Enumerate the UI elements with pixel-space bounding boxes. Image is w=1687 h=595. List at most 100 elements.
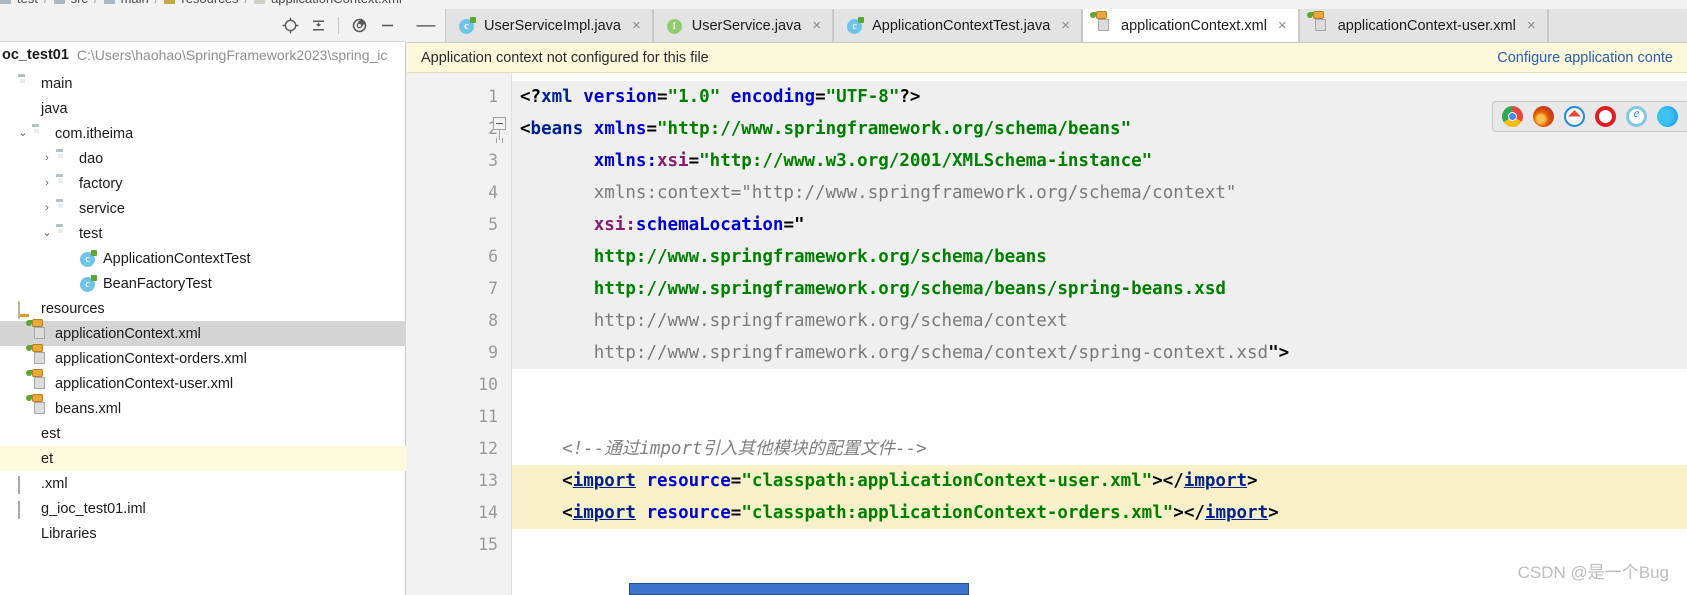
code-token: import <box>1204 503 1269 523</box>
code-line[interactable]: http://www.springframework.org/schema/be… <box>512 241 1687 273</box>
breadcrumb-separator: / <box>155 0 159 6</box>
project-root-row[interactable]: oc_test01 C:\Users\haohao\SpringFramewor… <box>0 42 406 68</box>
tree-row[interactable]: et <box>0 446 406 471</box>
line-number: 11 <box>478 407 498 426</box>
package-icon <box>56 151 74 167</box>
tree-row[interactable]: main <box>0 71 406 96</box>
firefox-icon[interactable] <box>1533 106 1554 127</box>
chevron-right-icon[interactable]: › <box>38 178 56 189</box>
configure-application-context-link[interactable]: Configure application conte <box>1497 50 1673 66</box>
editor-tab[interactable]: I UserService.java × <box>652 9 834 42</box>
breadcrumb-item[interactable]: main <box>121 0 149 6</box>
tree-row[interactable]: ⌄ com.itheima <box>0 121 406 146</box>
crosshair-target-icon[interactable] <box>277 13 303 37</box>
breadcrumb-item[interactable]: test <box>17 0 38 6</box>
tree-row[interactable]: applicationContext.xml <box>0 318 406 346</box>
tree-row[interactable]: .xml <box>0 471 406 496</box>
tree-row[interactable]: est <box>0 421 406 446</box>
edge-icon[interactable] <box>1657 106 1678 127</box>
code-line[interactable]: http://www.springframework.org/schema/be… <box>512 273 1687 305</box>
tree-row[interactable]: resources <box>0 296 406 321</box>
tree-row-label: applicationContext-orders.xml <box>55 350 247 367</box>
tree-row[interactable]: applicationContext-orders.xml <box>0 343 406 371</box>
minimize-icon[interactable] <box>374 13 400 37</box>
code-line[interactable] <box>512 401 1687 433</box>
browser-preview-strip[interactable] <box>1492 101 1687 132</box>
code-token: import <box>1183 471 1248 491</box>
code-content[interactable]: <?xml version="1.0" encoding="UTF-8"?> <b… <box>512 81 1687 595</box>
close-icon[interactable]: × <box>1061 17 1070 34</box>
tree-row[interactable]: Libraries <box>0 521 406 546</box>
spring-xml-icon <box>26 368 50 392</box>
tree-row[interactable]: c BeanFactoryTest <box>0 271 406 296</box>
chrome-icon[interactable] <box>1502 106 1523 127</box>
tree-row[interactable]: java <box>0 96 406 121</box>
code-line[interactable] <box>512 529 1687 561</box>
chevron-right-icon[interactable]: › <box>38 203 56 214</box>
chevron-down-icon[interactable]: ⌄ <box>38 228 56 239</box>
code-line[interactable]: <import resource="classpath:applicationC… <box>512 465 1687 497</box>
hide-tabs-icon[interactable]: — <box>407 9 445 42</box>
code-line[interactable]: xsi:schemaLocation=" <box>512 209 1687 241</box>
code-line[interactable]: http://www.springframework.org/schema/co… <box>512 305 1687 337</box>
xml-file-icon <box>18 475 36 494</box>
ie-icon[interactable] <box>1626 105 1647 127</box>
tree-row[interactable]: › dao <box>0 146 406 171</box>
code-line[interactable] <box>512 369 1687 401</box>
breadcrumb-item-icon <box>103 0 115 4</box>
tree-row[interactable]: g_ioc_test01.iml <box>0 496 406 521</box>
code-line[interactable]: xmlns:context="http://www.springframewor… <box>512 177 1687 209</box>
tree-row-label: BeanFactoryTest <box>103 275 212 292</box>
tree-row-label: service <box>79 200 125 217</box>
tree-row[interactable]: › service <box>0 196 406 221</box>
watermark: CSDN @是一个Bug <box>1517 563 1669 582</box>
tree-row[interactable]: ⌄ test <box>0 221 406 246</box>
gear-icon[interactable] <box>346 13 372 37</box>
tree-row-label: .xml <box>41 475 68 492</box>
chevron-right-icon[interactable]: › <box>38 153 56 164</box>
tree-row[interactable]: beans.xml <box>0 393 406 421</box>
editor-tab[interactable]: applicationContext.xml × <box>1082 9 1299 42</box>
code-editor[interactable]: 123456789101112131415 <?xml version="1.0… <box>407 73 1687 595</box>
code-fold-marker[interactable] <box>493 117 507 143</box>
editor-tab[interactable]: applicationContext-user.xml × <box>1298 9 1548 42</box>
breadcrumb-item[interactable]: applicationContext.xml <box>271 0 402 6</box>
code-line[interactable]: http://www.springframework.org/schema/co… <box>512 337 1687 369</box>
close-icon[interactable]: × <box>812 17 821 34</box>
breadcrumb-item[interactable]: src <box>71 0 88 6</box>
collapse-all-icon[interactable] <box>305 13 331 37</box>
code-token: > <box>1268 503 1279 523</box>
close-icon[interactable]: × <box>1278 17 1287 34</box>
code-line[interactable]: <import resource="classpath:applicationC… <box>512 497 1687 529</box>
code-token: "classpath:applicationContext-orders.xml… <box>741 503 1174 523</box>
tree-row[interactable]: c ApplicationContextTest <box>0 246 406 271</box>
editor-tabbar[interactable]: — c UserServiceImpl.java × I UserService.jav… <box>407 9 1687 42</box>
editor-tab[interactable]: c UserServiceImpl.java × <box>445 9 653 42</box>
safari-icon[interactable] <box>1564 106 1585 127</box>
close-icon[interactable]: × <box>632 17 641 34</box>
code-line[interactable]: <!--通过import引入其他模块的配置文件--> <box>512 433 1687 465</box>
opera-icon[interactable] <box>1595 106 1616 127</box>
line-number: 6 <box>488 247 498 266</box>
line-number: 1 <box>488 87 498 106</box>
line-number: 10 <box>478 375 498 394</box>
project-tree[interactable]: main java ⌄ com.itheima › dao › factory › servic… <box>0 71 406 595</box>
tree-row[interactable]: › factory <box>0 171 406 196</box>
code-token: encoding <box>730 87 816 107</box>
breadcrumb-item-icon <box>254 0 266 4</box>
tree-row[interactable]: applicationContext-user.xml <box>0 368 406 396</box>
code-line[interactable]: xmlns:xsi="http://www.w3.org/2001/XMLSch… <box>512 145 1687 177</box>
chevron-down-icon[interactable]: ⌄ <box>14 128 32 139</box>
close-icon[interactable]: × <box>1527 17 1536 34</box>
breadcrumb-item[interactable]: resources <box>181 0 238 6</box>
line-number: 15 <box>478 535 498 554</box>
editor-tab[interactable]: c ApplicationContextTest.java × <box>833 9 1083 42</box>
tree-row-label: dao <box>79 150 104 167</box>
line-number: 14 <box>478 503 498 522</box>
code-token: xml <box>541 87 573 107</box>
editor-gutter[interactable]: 123456789101112131415 <box>407 73 512 595</box>
